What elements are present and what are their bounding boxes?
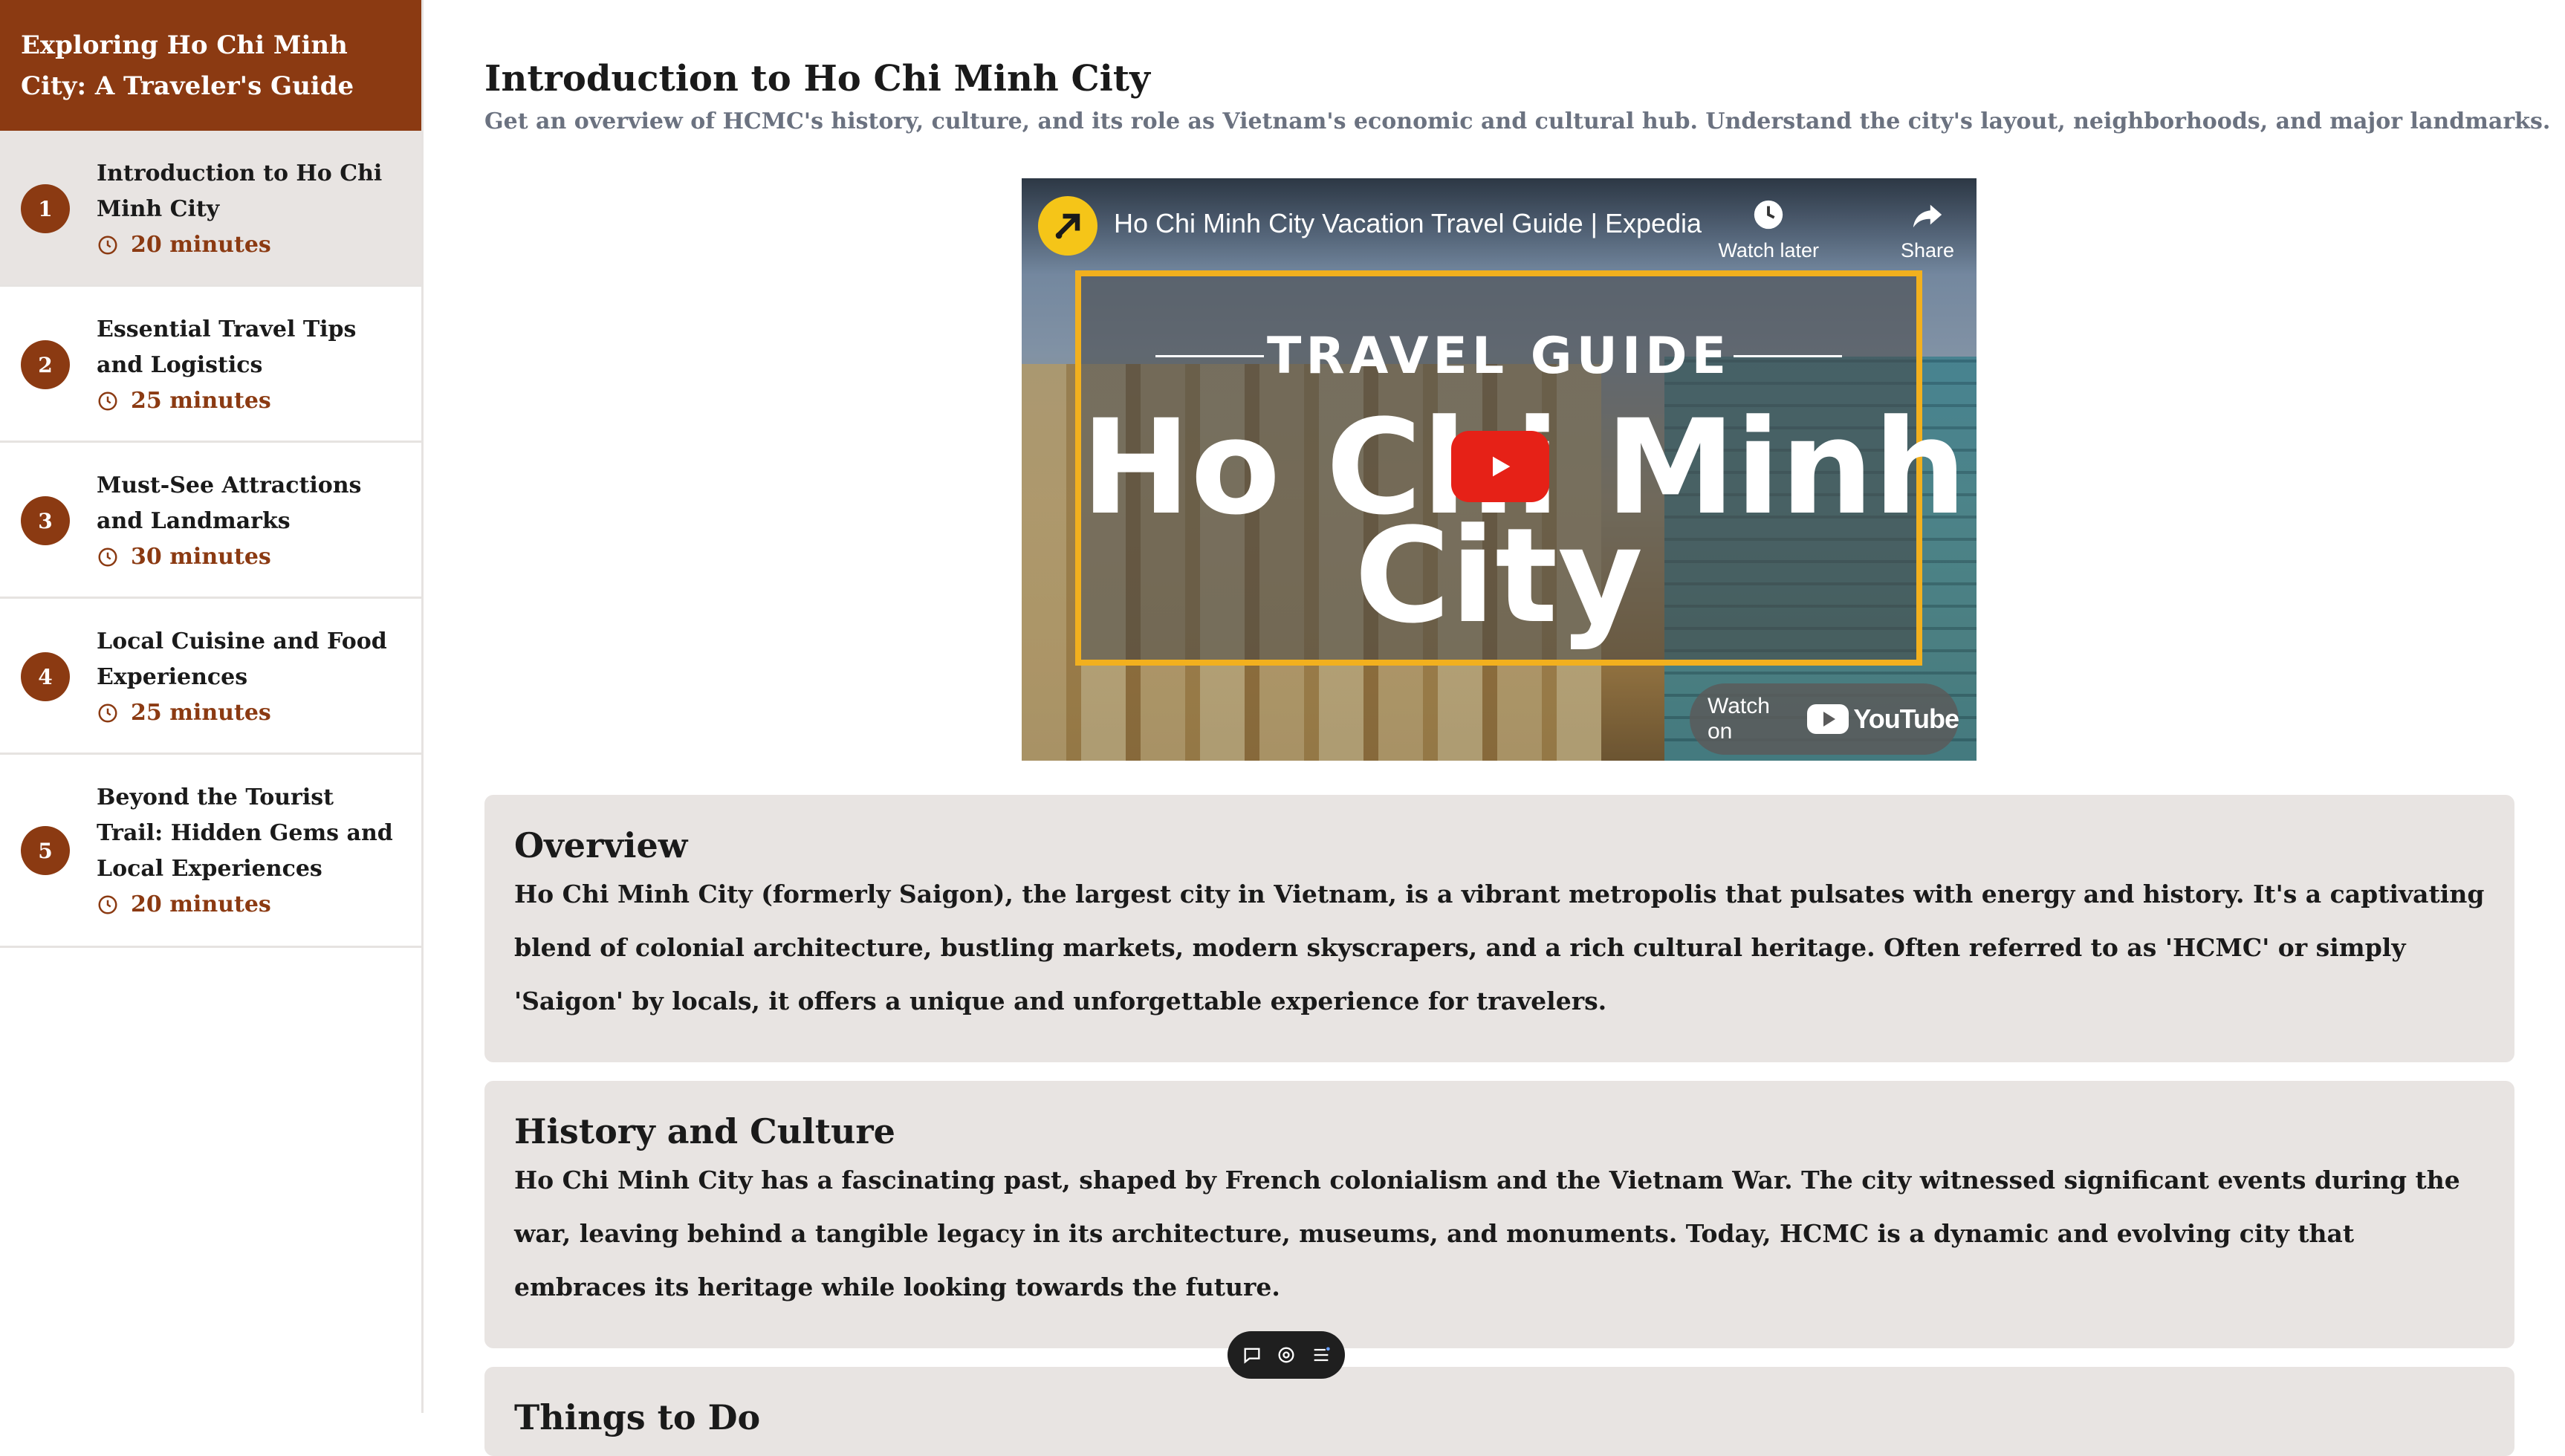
section-things-to-do: Things to Do (484, 1367, 2514, 1456)
clock-icon (98, 391, 117, 411)
duration-label: 20 minutes (131, 232, 271, 258)
view-button[interactable] (1276, 1345, 1297, 1365)
lesson-number: 2 (21, 340, 70, 389)
comment-button[interactable] (1242, 1345, 1262, 1365)
lesson-number: 3 (21, 496, 70, 545)
course-sidebar: Exploring Ho Chi Minh City: A Traveler's… (0, 0, 424, 1413)
page-title: Introduction to Ho Chi Minh City (484, 58, 1150, 100)
clock-icon (98, 895, 117, 914)
play-icon (1493, 456, 1511, 477)
clock-icon (98, 547, 117, 567)
section-history: History and Culture Ho Chi Minh City has… (484, 1081, 2514, 1348)
watch-later-label: Watch later (1718, 239, 1819, 261)
section-body: Ho Chi Minh City (formerly Saigon), the … (514, 880, 2485, 1015)
duration-label: 25 minutes (131, 388, 271, 414)
share-button[interactable]: Share (1901, 198, 1954, 262)
lesson-title: Must-See Attractions and Landmarks (97, 472, 362, 534)
share-label: Share (1900, 239, 1954, 261)
channel-logo[interactable] (1038, 196, 1097, 256)
sidebar-item-hidden-gems[interactable]: 5 Beyond the Tourist Trail: Hidden Gems … (0, 755, 421, 948)
clock-icon (98, 703, 117, 723)
lesson-duration: 25 minutes (97, 695, 399, 731)
video-title[interactable]: Ho Chi Minh City Vacation Travel Guide |… (1114, 208, 1702, 239)
thumbnail-heading: TRAVEL GUIDE (1266, 327, 1731, 386)
section-heading: Overview (514, 825, 688, 865)
youtube-logo: YouTube (1807, 703, 1959, 735)
watch-on-label: Watch on (1708, 694, 1770, 744)
lesson-title: Essential Travel Tips and Logistics (97, 316, 357, 378)
section-heading: Things to Do (514, 1397, 761, 1437)
duration-label: 25 minutes (131, 700, 271, 726)
sidebar-item-cuisine[interactable]: 4 Local Cuisine and Food Experiences 25 … (0, 599, 421, 755)
lesson-title: Introduction to Ho Chi Minh City (97, 160, 383, 222)
eye-icon (1278, 1347, 1294, 1363)
play-button[interactable] (1451, 431, 1549, 502)
duration-label: 20 minutes (131, 891, 271, 917)
lesson-title: Local Cuisine and Food Experiences (97, 628, 387, 690)
page-subtitle: Get an overview of HCMC's history, cultu… (484, 108, 2551, 134)
youtube-label: YouTube (1853, 703, 1959, 734)
youtube-icon (1807, 704, 1849, 734)
menu-button[interactable] (1311, 1345, 1332, 1365)
lesson-number: 4 (21, 652, 70, 701)
lesson-duration: 20 minutes (97, 887, 399, 923)
watch-on-youtube-button[interactable]: Watch on YouTube (1690, 683, 1959, 755)
share-icon (1913, 204, 1942, 228)
menu-icon (1314, 1347, 1330, 1362)
sidebar-item-travel-tips[interactable]: 2 Essential Travel Tips and Logistics 25… (0, 287, 421, 443)
expedia-logo-icon (1055, 213, 1080, 239)
lesson-title: Beyond the Tourist Trail: Hidden Gems an… (97, 784, 393, 882)
comment-icon (1244, 1348, 1259, 1364)
section-heading: History and Culture (514, 1111, 895, 1151)
course-title: Exploring Ho Chi Minh City: A Traveler's… (0, 0, 421, 131)
lesson-number: 1 (21, 184, 70, 233)
watch-later-button[interactable]: Watch later (1718, 198, 1819, 262)
sidebar-item-attractions[interactable]: 3 Must-See Attractions and Landmarks 30 … (0, 443, 421, 599)
section-body: Ho Chi Minh City has a fascinating past,… (514, 1166, 2460, 1301)
thumbnail-title-line2: City (1354, 500, 1644, 652)
sidebar-item-introduction[interactable]: 1 Introduction to Ho Chi Minh City 20 mi… (0, 131, 421, 287)
clock-icon (98, 235, 117, 255)
lesson-duration: 30 minutes (97, 539, 399, 575)
duration-label: 30 minutes (131, 544, 271, 570)
video-embed[interactable]: Ho Chi Minh City Vacation Travel Guide |… (1022, 178, 1977, 761)
lesson-duration: 20 minutes (97, 227, 399, 263)
lesson-number: 5 (21, 826, 70, 875)
section-overview: Overview Ho Chi Minh City (formerly Saig… (484, 795, 2514, 1062)
lesson-duration: 25 minutes (97, 383, 399, 419)
floating-toolbar (1228, 1331, 1345, 1379)
clock-icon (1754, 200, 1783, 230)
